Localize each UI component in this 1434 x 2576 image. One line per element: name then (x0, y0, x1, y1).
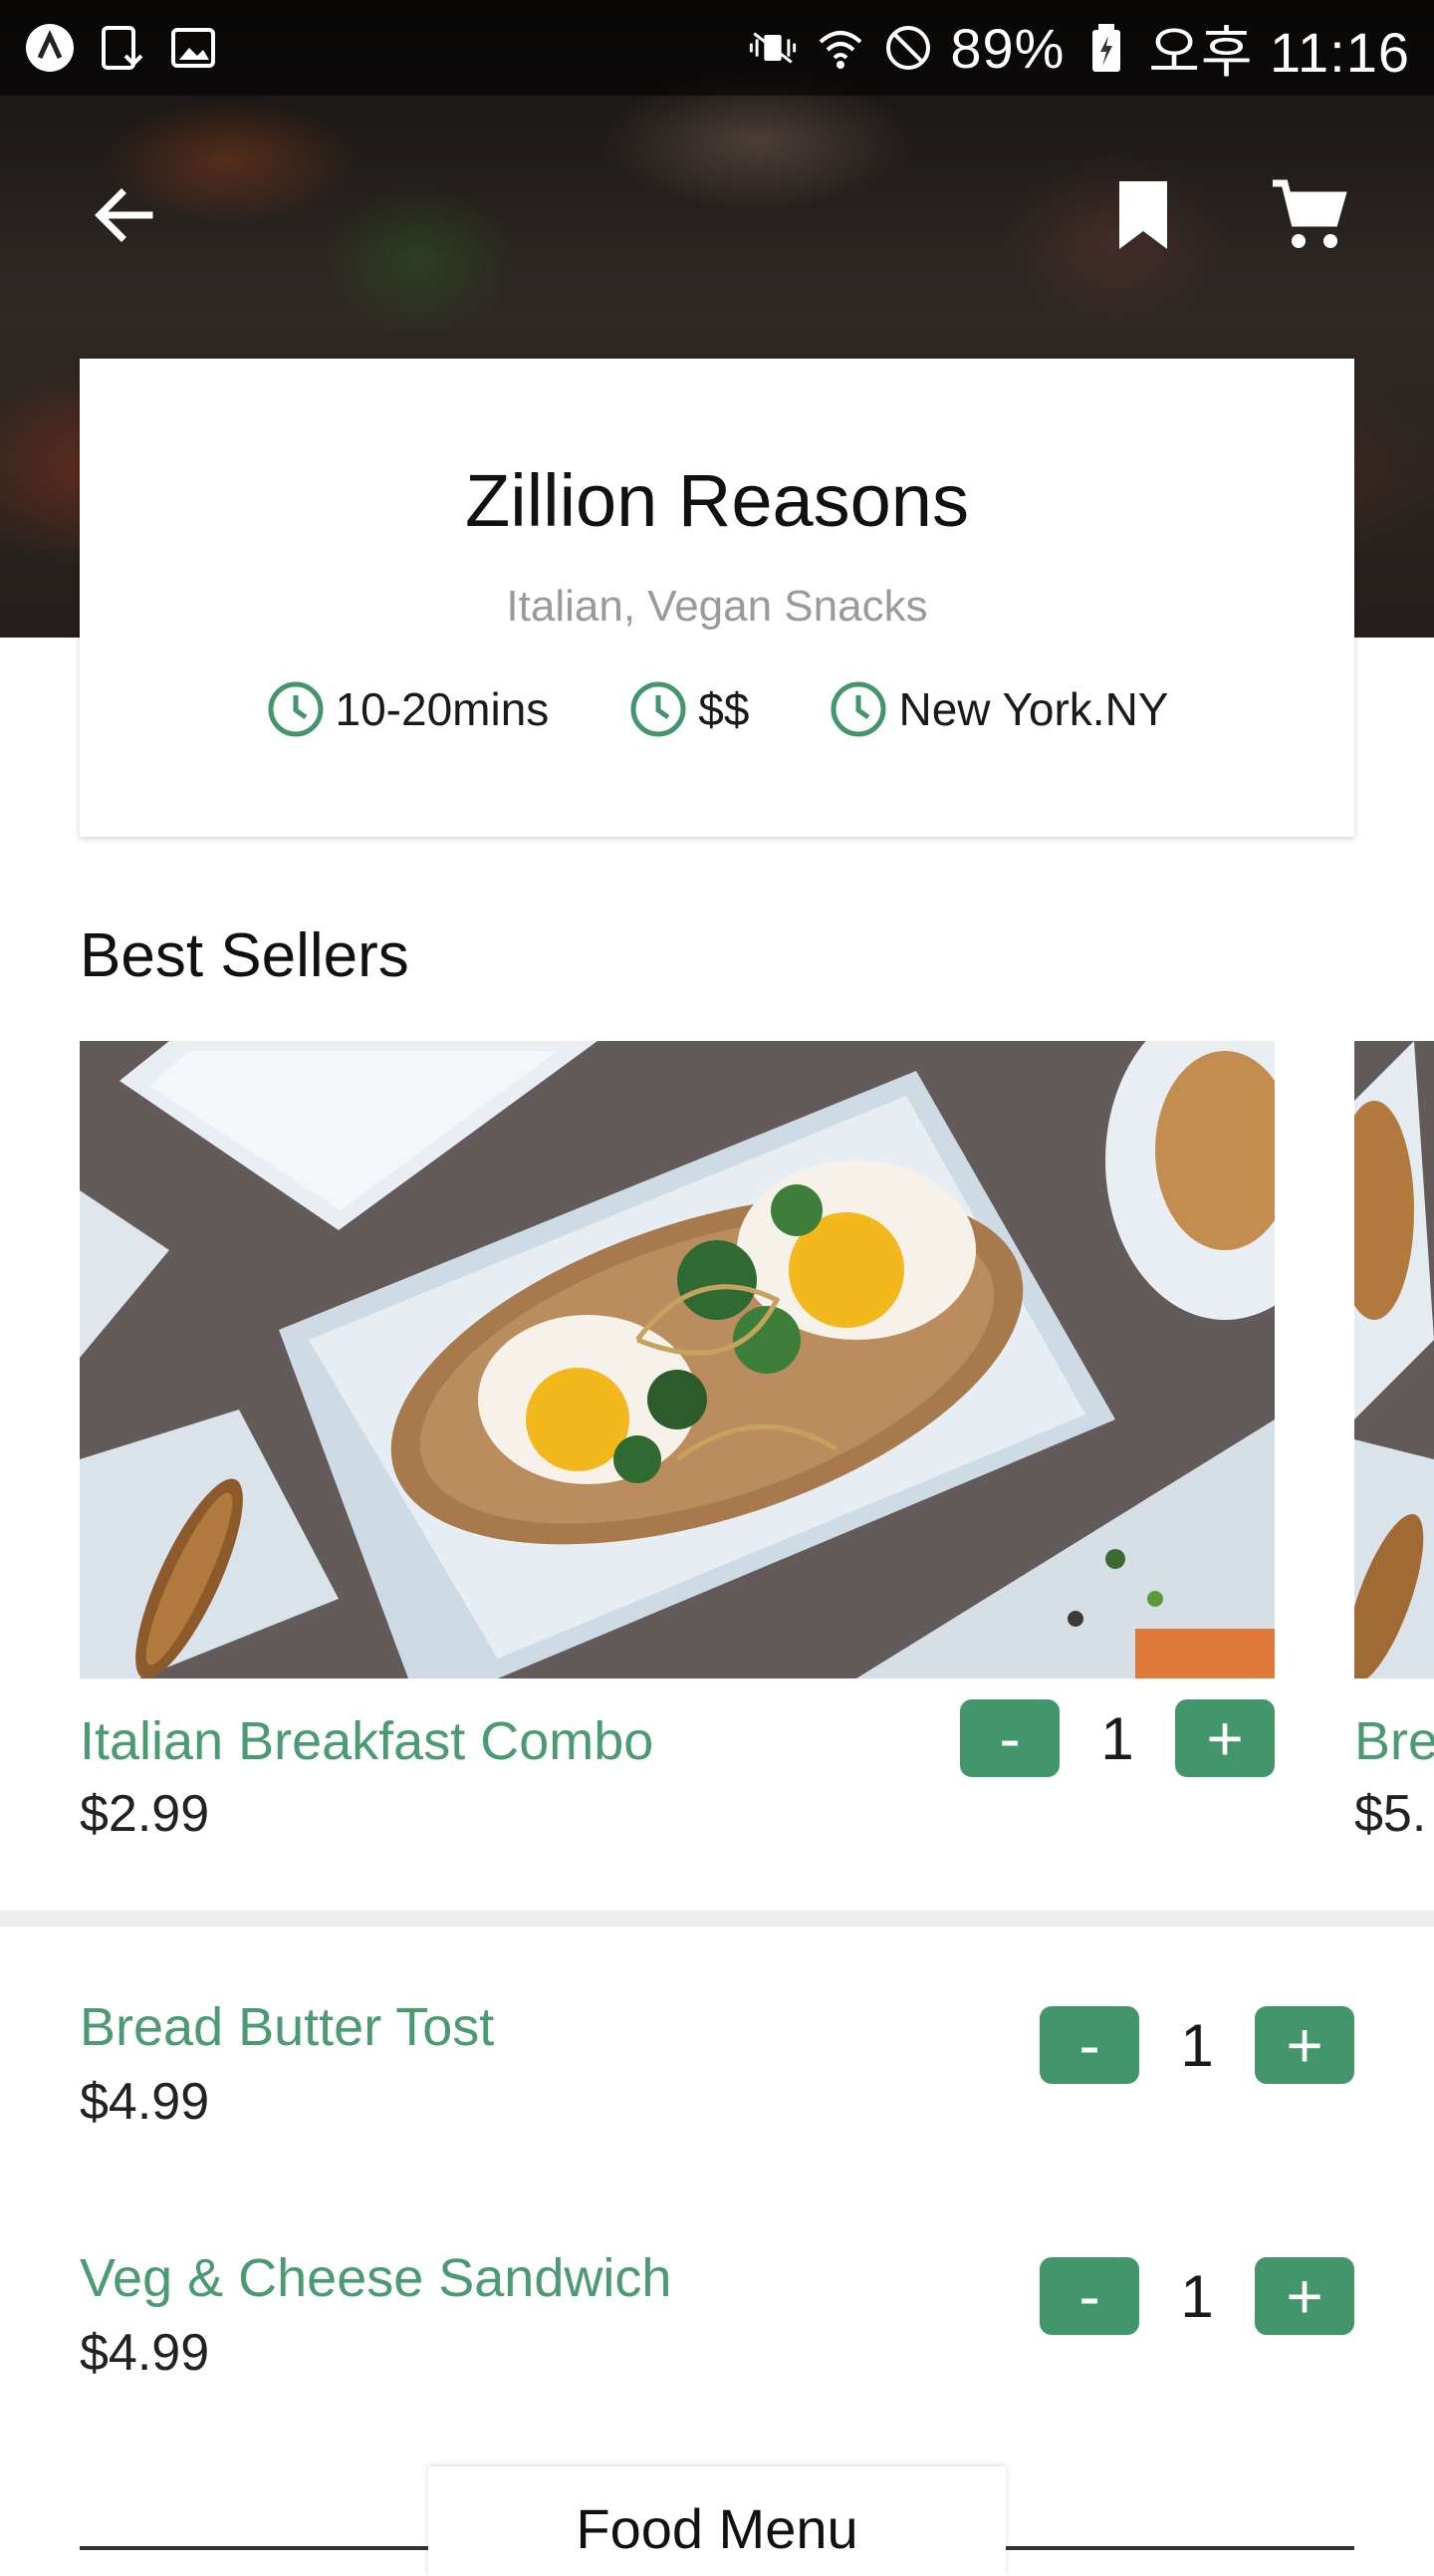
quantity-value: 1 (1100, 1704, 1134, 1772)
status-bar: 89% 오후 11:16 (0, 0, 1434, 96)
arrow-left-icon (88, 179, 159, 256)
food-menu-label: Food Menu (576, 2497, 858, 2560)
decrease-button[interactable]: - (960, 1699, 1060, 1777)
do-not-disturb-icon (882, 22, 934, 74)
food-menu-tab[interactable]: Food Menu (428, 2466, 1006, 2576)
best-seller-price: $2.99 (80, 1785, 210, 1843)
quantity-value: 1 (1180, 2262, 1214, 2330)
battery-charging-icon (1080, 22, 1132, 74)
restaurant-info-card: Zillion Reasons Italian, Vegan Snacks 10… (80, 359, 1354, 837)
cart-icon (1269, 175, 1348, 260)
back-button[interactable] (76, 169, 171, 265)
price-level: $$ (698, 683, 750, 735)
decrease-button[interactable]: - (1040, 2006, 1139, 2084)
cart-button[interactable] (1261, 169, 1356, 265)
best-seller-card[interactable]: Bre $5. (1354, 1041, 1434, 1868)
bottom-tab-line-left (80, 2546, 428, 2550)
quantity-stepper: - 1 + (960, 1699, 1275, 1777)
restaurant-cuisine: Italian, Vegan Snacks (506, 582, 928, 631)
food-image (1354, 1041, 1434, 1678)
menu-item-price: $4.99 (80, 2324, 210, 2382)
section-divider (0, 1911, 1434, 1927)
best-sellers-carousel[interactable]: Italian Breakfast Combo $2.99 - 1 + Bre … (0, 1041, 1434, 1868)
quantity-value: 1 (1180, 2011, 1214, 2079)
best-seller-card[interactable]: Italian Breakfast Combo $2.99 - 1 + (80, 1041, 1275, 1868)
battery-percent: 89% (950, 16, 1066, 80)
delivery-time: 10-20mins (335, 683, 550, 735)
menu-item-price: $4.99 (80, 2073, 210, 2131)
bookmark-icon (1113, 179, 1173, 256)
best-sellers-title: Best Sellers (80, 921, 409, 990)
best-seller-name[interactable]: Bre (1354, 1710, 1434, 1772)
quantity-stepper: - 1 + (1040, 2006, 1354, 2084)
menu-item-name[interactable]: Bread Butter Tost (80, 1996, 494, 2058)
best-seller-name[interactable]: Italian Breakfast Combo (80, 1710, 653, 1772)
increase-button[interactable]: + (1255, 2006, 1354, 2084)
restaurant-name: Zillion Reasons (465, 459, 969, 542)
image-notification-icon (167, 22, 219, 74)
menu-item-name[interactable]: Veg & Cheese Sandwich (80, 2247, 671, 2309)
clock-time: 오후 11:16 (1148, 20, 1410, 84)
app-notification-icon (24, 22, 76, 74)
location: New York.NY (898, 683, 1169, 735)
menu-list-item[interactable]: Veg & Cheese Sandwich $4.99 - 1 + (80, 2247, 1354, 2407)
price-level-item: $$ (628, 679, 749, 739)
decrease-button[interactable]: - (1040, 2257, 1139, 2335)
bookmark-button[interactable] (1095, 169, 1191, 265)
vibrate-mute-icon (747, 22, 799, 74)
quantity-stepper: - 1 + (1040, 2257, 1354, 2335)
delivery-time-item: 10-20mins (266, 679, 550, 739)
increase-button[interactable]: + (1255, 2257, 1354, 2335)
clock-icon (628, 679, 688, 739)
food-image (80, 1041, 1275, 1678)
tablet-sync-icon (96, 22, 147, 74)
clock-icon (266, 679, 326, 739)
location-item: New York.NY (829, 679, 1168, 739)
wifi-icon (815, 22, 866, 74)
clock-icon (829, 679, 888, 739)
restaurant-meta: 10-20mins $$ New York.NY (80, 679, 1354, 739)
bottom-tab-line-right (1006, 2546, 1354, 2550)
best-seller-price: $5. (1354, 1785, 1427, 1843)
increase-button[interactable]: + (1175, 1699, 1275, 1777)
menu-list-item[interactable]: Bread Butter Tost $4.99 - 1 + (80, 1996, 1354, 2156)
